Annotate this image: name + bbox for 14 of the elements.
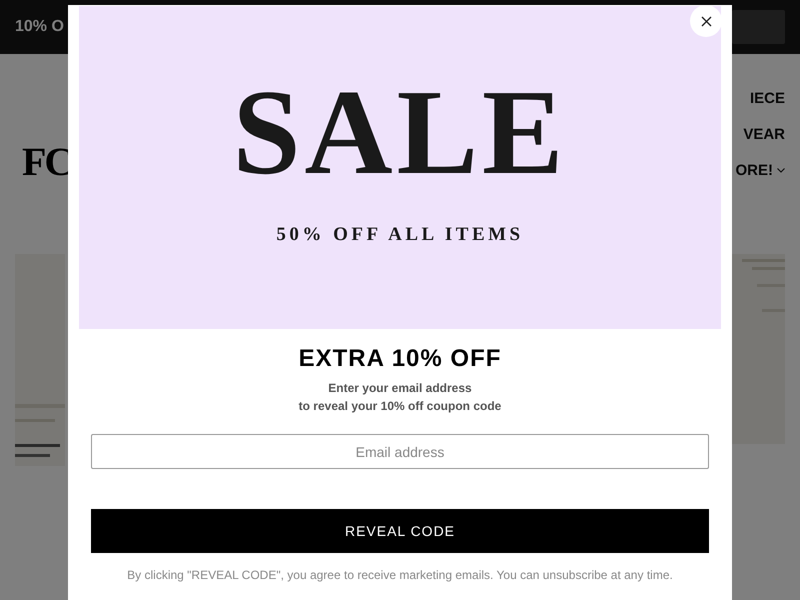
disclaimer-text: By clicking "REVEAL CODE", you agree to receive marketing emails. You can unsubscribe at any time. bbox=[127, 568, 673, 582]
close-icon bbox=[700, 16, 712, 26]
nav-link[interactable]: VEAR bbox=[743, 126, 785, 143]
nav-link[interactable]: IECE bbox=[750, 90, 785, 107]
announcement-text: 10% O bbox=[15, 18, 64, 36]
search-field[interactable] bbox=[732, 10, 785, 44]
popup-text: Enter your email address bbox=[327, 380, 473, 397]
popup-heading: EXTRA 10% OFF bbox=[298, 345, 502, 373]
email-field[interactable]: Email address bbox=[91, 434, 709, 469]
popup-text: to reveal your 10% off coupon code bbox=[298, 398, 502, 415]
sale-subtitle: 50% OFF ALL ITEMS bbox=[276, 224, 524, 246]
reveal-code-button[interactable]: REVEAL CODE bbox=[91, 509, 709, 553]
nav-link[interactable]: ORE! bbox=[736, 162, 785, 179]
sale-title: SALE bbox=[232, 72, 568, 194]
